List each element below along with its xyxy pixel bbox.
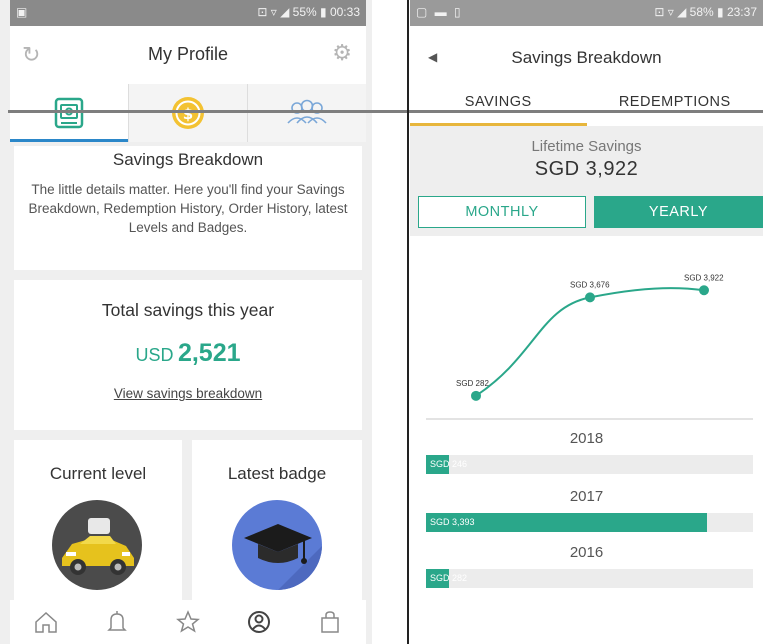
overlay-line	[8, 110, 763, 113]
status-bar-right: ▢ ▬ ▯ ⊡ ▿ ◢ 58% ▮ 23:37	[410, 0, 763, 26]
lifetime-label: Lifetime Savings	[531, 138, 642, 155]
coin-icon: $	[172, 97, 204, 129]
data-label: SGD 3,676	[570, 280, 610, 289]
data-label: SGD 3,922	[684, 273, 724, 282]
breakdown-tabs: SAVINGS REDEMPTIONS	[410, 90, 763, 126]
profile-header: ↻ My Profile ⚙	[10, 26, 366, 84]
status-left: ▣	[16, 5, 30, 19]
yearly-toggle[interactable]: YEARLY	[594, 196, 763, 228]
breakdown-title: Savings Breakdown	[511, 48, 662, 67]
tab-savings[interactable]	[10, 84, 128, 142]
year-label: 2016	[569, 544, 604, 561]
savings-box-icon	[54, 97, 84, 129]
tab-savings-list[interactable]: SAVINGS	[410, 90, 587, 126]
graduation-cap-icon	[244, 524, 322, 590]
tab-friends[interactable]	[247, 84, 366, 142]
bag-icon[interactable]	[315, 607, 345, 637]
savings-title: Total savings this year	[101, 300, 275, 320]
profile-tabs: $	[10, 84, 366, 142]
profile-icon[interactable]	[244, 607, 274, 637]
profile-screen: ▣ ⊡ ▿ ◢ 55% ▮ 00:33 ↻ My Profile ⚙ $ Sav…	[0, 0, 372, 644]
savings-amount: USD 2,521	[14, 339, 362, 368]
savings-breakdown-screen: ▢ ▬ ▯ ⊡ ▿ ◢ 58% ▮ 23:37 ◀ Savings Breakd…	[410, 0, 763, 644]
badge-title: Latest badge	[227, 464, 327, 483]
view-breakdown-link[interactable]: View savings breakdown	[14, 386, 362, 401]
svg-text:$: $	[183, 105, 193, 123]
chart-divider	[426, 418, 753, 420]
intro-text: The little details matter. Here you'll f…	[28, 182, 348, 235]
status-bar: ▣ ⊡ ▿ ◢ 55% ▮ 00:33	[10, 0, 366, 26]
level-title: Current level	[49, 464, 147, 483]
data-point[interactable]	[471, 390, 481, 401]
intro-title: Savings Breakdown	[112, 150, 264, 169]
status-right-right: ⊡ ▿ ◢ 58% ▮ 23:37	[654, 5, 757, 19]
bar-track[interactable]: SGD 282	[426, 569, 753, 588]
intro-card: Savings Breakdown The little details mat…	[14, 146, 362, 270]
star-icon[interactable]	[173, 607, 203, 637]
status-right: ⊡ ▿ ◢ 55% ▮ 00:33	[257, 5, 360, 19]
status-left-right: ▢ ▬ ▯	[416, 5, 463, 19]
monthly-toggle[interactable]: MONTHLY	[418, 196, 586, 228]
level-medal	[52, 500, 142, 590]
tab-redemptions[interactable]: REDEMPTIONS	[587, 90, 763, 126]
badge-medal	[232, 500, 322, 590]
tab-rewards[interactable]: $	[128, 84, 247, 142]
bar-value-label: SGD 246	[430, 459, 468, 469]
bar-value-label: SGD 282	[430, 573, 468, 583]
lifetime-value: SGD 3,922	[534, 158, 639, 180]
bar-value-label: SGD 3,393	[430, 517, 475, 527]
screen-divider	[407, 0, 409, 644]
bottom-nav	[10, 600, 366, 644]
bar-track[interactable]: SGD 3,393	[426, 513, 753, 532]
level-card[interactable]: Current level	[14, 440, 182, 600]
year-label: 2017	[569, 488, 604, 505]
badge-card[interactable]: Latest badge	[192, 440, 362, 600]
data-point[interactable]	[699, 285, 709, 296]
year-label: 2018	[569, 430, 604, 447]
savings-value: 2,521	[177, 339, 241, 367]
savings-line-chart: SGD 282 SGD 3,676 SGD 3,922	[456, 273, 724, 401]
breakdown-header: ◀ Savings Breakdown	[410, 26, 763, 90]
savings-currency: USD	[135, 345, 174, 365]
series-line	[475, 287, 705, 397]
people-icon	[287, 99, 327, 124]
car-icon	[62, 518, 134, 575]
data-point[interactable]	[585, 292, 595, 303]
home-icon[interactable]	[31, 607, 61, 637]
bar-track[interactable]: SGD 246	[426, 455, 753, 474]
savings-card: Total savings this year USD 2,521 View s…	[14, 280, 362, 430]
bell-icon[interactable]	[102, 607, 132, 637]
page-title: My Profile	[147, 44, 228, 64]
gear-icon[interactable]: ⚙	[332, 42, 352, 64]
data-label: SGD 282	[456, 379, 489, 388]
